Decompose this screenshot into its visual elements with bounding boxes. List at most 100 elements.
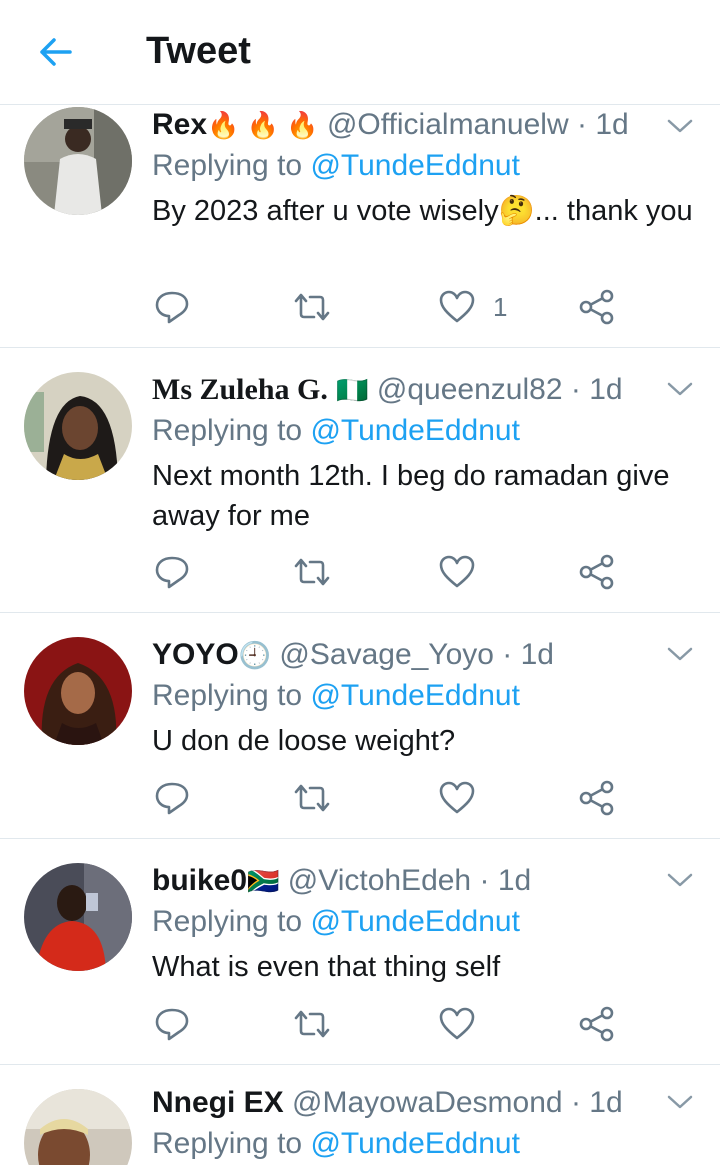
timestamp: 1d — [520, 638, 554, 671]
separator-dot: · — [479, 864, 490, 897]
share-icon — [579, 289, 614, 325]
tweet-text: What is even that thing self — [152, 951, 501, 983]
separator-dot: · — [576, 108, 587, 141]
replying-to-label: Replying to — [152, 149, 303, 182]
avatar[interactable] — [24, 372, 132, 480]
timestamp: 1d — [589, 1086, 623, 1119]
mention-link[interactable]: @TundeEddnut — [310, 414, 520, 447]
name-emoji: 🔥 🔥 🔥 — [207, 110, 319, 140]
replying-to: Replying to @TundeEddnut — [152, 413, 520, 449]
timestamp: 1d — [497, 864, 532, 897]
retweet-button[interactable] — [292, 1004, 332, 1044]
share-icon — [579, 780, 614, 816]
chevron-down-icon[interactable] — [664, 115, 696, 139]
display-name[interactable]: Ms Zuleha G. — [152, 373, 328, 406]
tweet-text: By 2023 after u vote wisely🤔... thank yo… — [152, 195, 693, 227]
tweet-item[interactable]: Ms Zuleha G. 🇳🇬 @queenzul82 · 1d Replyin… — [0, 348, 720, 613]
name-emoji: 🇳🇬 — [336, 375, 369, 405]
avatar[interactable] — [24, 863, 132, 971]
replying-to-label: Replying to — [152, 679, 303, 712]
page-title: Tweet — [146, 30, 251, 72]
user-handle[interactable]: @MayowaDesmond — [292, 1086, 563, 1119]
reply-button[interactable] — [152, 1004, 192, 1044]
mention-link[interactable]: @TundeEddnut — [310, 905, 520, 938]
reply-icon — [155, 1008, 189, 1041]
retweet-button[interactable] — [292, 552, 332, 592]
retweet-icon — [294, 784, 330, 812]
like-button[interactable] — [437, 778, 477, 818]
replying-to: Replying to @TundeEddnut — [152, 678, 520, 714]
like-button[interactable] — [437, 552, 477, 592]
share-button[interactable] — [577, 778, 617, 818]
share-button[interactable] — [577, 1004, 617, 1044]
mention-link[interactable]: @TundeEddnut — [310, 1127, 520, 1160]
retweet-button[interactable] — [292, 287, 332, 327]
avatar[interactable] — [24, 637, 132, 745]
tweet-header: Ms Zuleha G. 🇳🇬 @queenzul82 · 1d — [152, 372, 623, 408]
like-icon — [439, 1007, 475, 1040]
tweet-item[interactable]: buike0🇿🇦 @VictohEdeh · 1d Replying to @T… — [0, 839, 720, 1065]
separator-dot: · — [502, 638, 513, 671]
like-icon — [439, 555, 475, 588]
tweet-actions — [152, 552, 632, 592]
reply-button[interactable] — [152, 778, 192, 818]
avatar[interactable] — [24, 107, 132, 215]
chevron-down-icon[interactable] — [664, 869, 696, 893]
share-button[interactable] — [577, 552, 617, 592]
separator-dot: · — [570, 373, 581, 406]
like-icon — [439, 290, 475, 323]
like-count: 1 — [493, 291, 508, 322]
tweet-item[interactable]: YOYO🕘 @Savage_Yoyo · 1d Replying to @Tun… — [0, 613, 720, 839]
timestamp: 1d — [589, 373, 623, 406]
retweet-button[interactable] — [292, 778, 332, 818]
chevron-down-icon[interactable] — [664, 643, 696, 667]
tweet-header: Nnegi EX @MayowaDesmond · 1d — [152, 1085, 623, 1121]
user-handle[interactable]: @VictohEdeh — [288, 864, 471, 897]
mention-link[interactable]: @TundeEddnut — [310, 679, 520, 712]
replying-to-label: Replying to — [152, 414, 303, 447]
timestamp: 1d — [595, 108, 629, 141]
replying-to-label: Replying to — [152, 1127, 303, 1160]
avatar[interactable] — [24, 1089, 132, 1165]
display-name[interactable]: buike0 — [152, 864, 247, 897]
like-button[interactable]: 1 — [437, 287, 507, 327]
tweet-actions: 1 — [152, 287, 632, 327]
share-icon — [579, 554, 614, 590]
tweet-item[interactable]: Nnegi EX @MayowaDesmond · 1d Replying to… — [0, 1065, 720, 1165]
reply-button[interactable] — [152, 287, 192, 327]
user-handle[interactable]: @Officialmanuelw — [327, 108, 569, 141]
retweet-icon — [294, 1010, 330, 1038]
display-name[interactable]: YOYO — [152, 638, 239, 671]
reply-icon — [155, 556, 189, 589]
separator-dot: · — [570, 1086, 581, 1119]
user-handle[interactable]: @Savage_Yoyo — [279, 638, 494, 671]
chevron-down-icon[interactable] — [664, 1091, 696, 1115]
like-icon — [439, 781, 475, 814]
retweet-icon — [294, 293, 330, 321]
share-icon — [579, 1006, 614, 1042]
name-emoji: 🇿🇦 — [247, 866, 280, 896]
tweet-actions — [152, 778, 632, 818]
tweet-item[interactable]: Rex🔥 🔥 🔥 @Officialmanuelw · 1d Replying … — [0, 105, 720, 348]
back-arrow-icon — [40, 38, 72, 66]
retweet-icon — [294, 558, 330, 586]
back-button[interactable] — [28, 28, 84, 76]
user-handle[interactable]: @queenzul82 — [377, 373, 563, 406]
like-button[interactable] — [437, 1004, 477, 1044]
replying-to: Replying to @TundeEddnut — [152, 904, 520, 940]
display-name[interactable]: Nnegi EX — [152, 1086, 284, 1119]
replying-to-label: Replying to — [152, 905, 303, 938]
reply-icon — [155, 291, 189, 324]
display-name[interactable]: Rex — [152, 108, 207, 141]
name-emoji: 🕘 — [238, 640, 272, 670]
tweet-text: Next month 12th. I beg do ramadan give a… — [152, 460, 670, 532]
chevron-down-icon[interactable] — [664, 378, 696, 402]
replying-to: Replying to @TundeEddnut — [152, 148, 520, 184]
replying-to: Replying to @TundeEddnut — [152, 1126, 520, 1162]
tweet-actions — [152, 1004, 632, 1044]
tweet-header: buike0🇿🇦 @VictohEdeh · 1d — [152, 863, 531, 899]
app-header: Tweet — [0, 0, 720, 105]
mention-link[interactable]: @TundeEddnut — [310, 149, 520, 182]
share-button[interactable] — [577, 287, 617, 327]
reply-button[interactable] — [152, 552, 192, 592]
